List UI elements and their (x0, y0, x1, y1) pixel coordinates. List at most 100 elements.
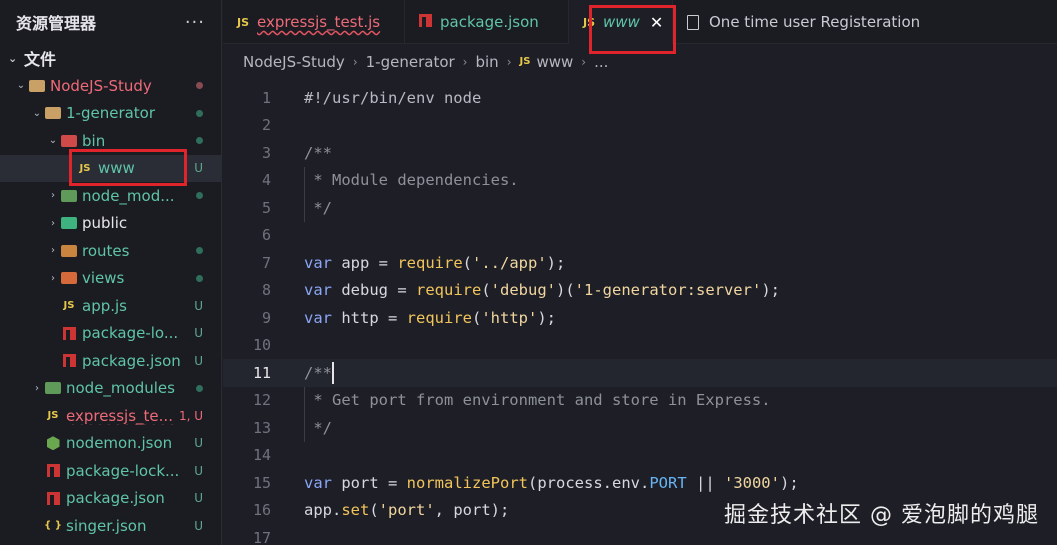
tree-item-expressjs-test[interactable]: JS expressjs_te... 1, U (0, 402, 221, 430)
explorer-title: 资源管理器 (16, 14, 97, 33)
breadcrumb-item[interactable]: www (536, 53, 573, 71)
code-line[interactable]: 13 */ (223, 414, 1057, 442)
tab-one-time-user-registeration[interactable]: One time user Registeration (673, 0, 934, 44)
code-text: var http = require('http'); (304, 308, 557, 327)
tab-label: expressjs_test.js (257, 13, 381, 31)
tab-package-json[interactable]: package.json (405, 0, 569, 44)
tree-item-nodemon-json[interactable]: nodemon.json U (0, 430, 221, 458)
tree-item-package-json[interactable]: package.json U (0, 485, 221, 513)
line-number: 7 (261, 253, 271, 272)
npm-icon (60, 354, 78, 368)
explorer-header: 资源管理器 ··· (0, 0, 221, 44)
tree-item-package-lock[interactable]: package-lock... U (0, 457, 221, 485)
tab-www[interactable]: JS www ✕ (569, 0, 673, 44)
line-number: 16 (252, 501, 271, 520)
npm-icon (60, 326, 78, 340)
tree-item-package-json-inner[interactable]: package.json U (0, 347, 221, 375)
tree-item-node-modules-inner[interactable]: › node_mod... (0, 182, 221, 210)
files-section-header[interactable]: ⌄ 文件 (0, 44, 221, 72)
file-tree: ⌄ NodeJS-Study ⌄ 1-generator ⌄ bin JS ww… (0, 72, 221, 540)
public-folder-icon (60, 216, 78, 230)
code-text: app.set('port', port); (304, 501, 510, 520)
line-number: 14 (252, 446, 271, 465)
tree-item-singer-json[interactable]: { } singer.json U (0, 512, 221, 540)
tree-item-1-generator[interactable]: ⌄ 1-generator (0, 100, 221, 128)
current-code-line[interactable]: 11 /** (223, 359, 1057, 387)
code-line[interactable]: 14 (223, 442, 1057, 470)
tree-item-app-js[interactable]: JS app.js U (0, 292, 221, 320)
code-line[interactable]: 10 (223, 332, 1057, 360)
code-text: var debug = require('debug')('1-generato… (304, 281, 780, 300)
code-text: * Module dependencies. (304, 171, 519, 190)
editor-tabs: JS expressjs_test.js package.json JS www… (223, 0, 1057, 44)
code-text: #!/usr/bin/env node (304, 88, 482, 107)
tree-item-nodejs-study[interactable]: ⌄ NodeJS-Study (0, 72, 221, 100)
code-text: */ (304, 418, 332, 437)
node-folder-icon (60, 189, 78, 203)
code-line[interactable]: 3 /** (223, 139, 1057, 167)
line-number: 12 (252, 391, 271, 410)
line-number: 5 (261, 198, 271, 217)
js-file-icon: JS (63, 300, 75, 312)
chevron-right-icon: › (51, 190, 55, 202)
code-line[interactable]: 5 */ (223, 194, 1057, 222)
line-number: 9 (261, 308, 271, 327)
chevron-right-icon: › (581, 54, 587, 69)
code-line[interactable]: 15 var port = normalizePort(process.env.… (223, 469, 1057, 497)
code-line[interactable]: 8 var debug = require('debug')('1-genera… (223, 277, 1057, 305)
git-status-badge: U (194, 491, 203, 506)
file-icon (687, 14, 699, 30)
watermark: 掘金技术社区 @ 爱泡脚的鸡腿 (724, 503, 1039, 528)
tree-item-routes[interactable]: › routes (0, 237, 221, 265)
close-icon[interactable]: ✕ (650, 13, 663, 32)
node-folder-icon (44, 381, 62, 395)
code-line[interactable]: 6 (223, 222, 1057, 250)
tree-item-public[interactable]: › public (0, 210, 221, 238)
js-file-icon: JS (519, 56, 531, 67)
tree-item-www[interactable]: JS www U (0, 154, 221, 182)
code-text: var port = normalizePort(process.env.POR… (304, 473, 799, 492)
npm-icon (419, 13, 432, 31)
js-file-icon: JS (79, 162, 91, 174)
tab-expressjs-test[interactable]: JS expressjs_test.js (223, 0, 405, 44)
chevron-right-icon: › (51, 217, 55, 229)
chevron-right-icon: › (506, 54, 512, 69)
tree-item-node-modules[interactable]: › node_modules (0, 375, 221, 403)
more-actions-icon[interactable]: ··· (185, 12, 205, 33)
tree-item-bin[interactable]: ⌄ bin (0, 127, 221, 155)
line-number: 11 (252, 363, 271, 382)
chevron-right-icon: › (352, 54, 358, 69)
breadcrumb-item[interactable]: bin (475, 53, 498, 71)
breadcrumb-item[interactable]: 1-generator (366, 53, 455, 71)
git-status-badge: U (194, 326, 203, 341)
code-line[interactable]: 12 * Get port from environment and store… (223, 386, 1057, 414)
nodemon-icon (44, 436, 62, 451)
line-number: 17 (252, 528, 271, 545)
git-status-badge: U (194, 518, 203, 533)
bin-folder-icon (60, 134, 78, 148)
line-number: 8 (261, 281, 271, 300)
npm-icon (44, 491, 62, 505)
line-number: 4 (261, 171, 271, 190)
json-braces-icon: { } (44, 520, 62, 532)
code-line[interactable]: 4 * Module dependencies. (223, 166, 1057, 194)
chevron-down-icon: ⌄ (32, 107, 42, 119)
line-number: 3 (261, 143, 271, 162)
routes-folder-icon (60, 244, 78, 258)
code-line[interactable]: 2 (223, 112, 1057, 140)
code-line[interactable]: 9 var http = require('http'); (223, 304, 1057, 332)
tree-item-package-lock-inner[interactable]: package-lo... U (0, 320, 221, 348)
breadcrumb-item[interactable]: NodeJS-Study (243, 53, 345, 71)
tree-item-views[interactable]: › views (0, 265, 221, 293)
code-line[interactable]: 7 var app = require('../app'); (223, 249, 1057, 277)
code-line[interactable]: 1 #!/usr/bin/env node (223, 84, 1057, 112)
code-text: * Get port from environment and store in… (304, 391, 771, 410)
git-status-badge: U (194, 161, 203, 176)
code-text: var app = require('../app'); (304, 253, 566, 272)
code-editor[interactable]: 1 #!/usr/bin/env node 2 3 /** 4 * Module… (223, 84, 1057, 545)
status-dot (196, 384, 203, 392)
breadcrumb-item[interactable]: ... (594, 53, 608, 71)
git-status-badge: U (194, 463, 203, 478)
line-number: 15 (252, 473, 271, 492)
line-number: 10 (252, 336, 271, 355)
